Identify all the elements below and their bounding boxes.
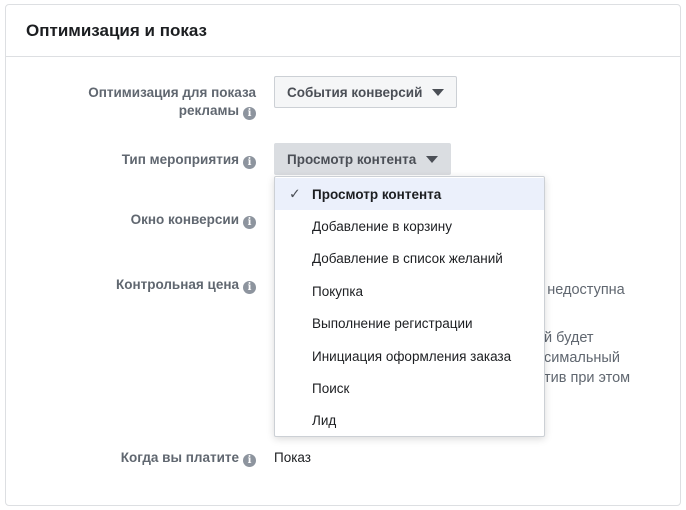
optimization-select-button[interactable]: События конверсий (274, 76, 458, 108)
menu-item-add-to-wishlist[interactable]: Добавление в список желаний (275, 243, 544, 275)
event-type-dropdown-menu: ✓ Просмотр контента Добавление в корзину… (274, 176, 545, 437)
event-type-label: Тип мероприятия i (122, 151, 256, 169)
checkmark-icon: ✓ (289, 185, 301, 202)
info-icon[interactable]: i (243, 281, 256, 294)
info-icon[interactable]: i (243, 156, 256, 169)
optimization-label: Оптимизация для показа рекламы i (88, 85, 256, 120)
bid-cap-label: Контрольная цена i (116, 276, 256, 294)
when-you-pay-value: Показ (274, 450, 311, 465)
caret-down-icon (432, 88, 445, 96)
caret-down-icon (426, 155, 439, 163)
menu-item-search[interactable]: Поиск (275, 372, 544, 404)
menu-item-view-content[interactable]: ✓ Просмотр контента (275, 178, 544, 211)
bid-cap-note-fragment: симальный (544, 350, 620, 366)
bid-cap-note-fragment: й будет (544, 330, 594, 346)
menu-item-add-to-cart[interactable]: Добавление в корзину (275, 210, 544, 242)
when-you-pay-label: Когда вы платите i (121, 449, 256, 467)
info-icon[interactable]: i (243, 454, 256, 467)
menu-item-initiate-checkout[interactable]: Инициация оформления заказа (275, 340, 544, 372)
conversion-window-label: Окно конверсии i (131, 211, 256, 229)
menu-item-complete-registration[interactable]: Выполнение регистрации (275, 308, 544, 340)
panel-header: Оптимизация и показ (6, 5, 680, 57)
info-icon[interactable]: i (243, 216, 256, 229)
event-type-select-button[interactable]: Просмотр контента (274, 143, 452, 175)
bid-cap-note-fragment: тив при этом (544, 370, 631, 386)
menu-item-purchase[interactable]: Покупка (275, 275, 544, 307)
menu-item-lead[interactable]: Лид (275, 405, 544, 437)
info-icon[interactable]: i (243, 107, 256, 120)
panel-title: Оптимизация и показ (26, 20, 207, 40)
